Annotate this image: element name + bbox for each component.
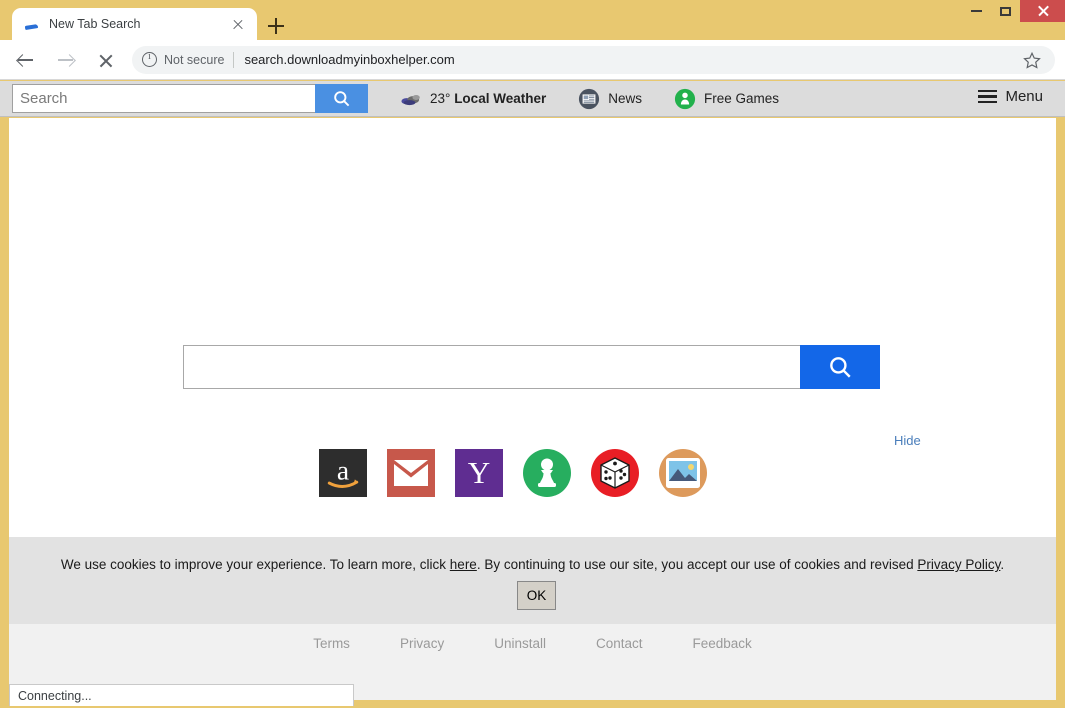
footer-link-feedback[interactable]: Feedback <box>693 636 752 651</box>
close-window-button[interactable] <box>1020 0 1065 22</box>
shortcut-games[interactable] <box>523 449 571 497</box>
svg-text:Y: Y <box>468 455 491 490</box>
maximize-icon <box>1000 6 1011 16</box>
close-x-icon <box>99 54 112 67</box>
footer-link-privacy[interactable]: Privacy <box>400 636 444 651</box>
cloud-icon <box>401 94 420 105</box>
status-bar: Connecting... <box>9 684 354 706</box>
image-icon <box>666 458 700 488</box>
weather-temperature: 23° <box>430 91 451 106</box>
toolbar-search-button[interactable] <box>315 84 368 113</box>
amazon-icon: a <box>327 454 359 488</box>
browser-tab[interactable]: New Tab Search <box>12 8 257 40</box>
browser-window: New Tab Search Not secu <box>0 0 1065 708</box>
toolbar-item-free-games[interactable]: Free Games <box>674 88 779 110</box>
search-icon <box>334 91 350 107</box>
cookie-ok-button[interactable]: OK <box>516 580 557 610</box>
hijacker-toolbar: 23° Local Weather News Free Games <box>0 81 1065 117</box>
hide-shortcuts-link[interactable]: Hide <box>894 433 921 448</box>
gmail-envelope-icon <box>394 460 428 486</box>
forward-arrow-icon <box>58 54 73 67</box>
maximize-button[interactable] <box>991 0 1020 22</box>
close-icon <box>1037 5 1049 17</box>
toolbar-search-input[interactable] <box>12 84 315 113</box>
toolbar-item-label: 23° Local Weather <box>430 91 546 106</box>
toolbar-menu-label: Menu <box>1005 88 1043 105</box>
cookie-text-part2: . By continuing to use our site, you acc… <box>476 557 918 572</box>
cookie-text-part1: We use cookies to improve your experienc… <box>60 557 450 572</box>
new-tab-button[interactable] <box>264 14 288 38</box>
shortcut-dice[interactable] <box>591 449 639 497</box>
shortcut-photos[interactable] <box>659 449 707 497</box>
toolbar-item-label: News <box>608 91 642 106</box>
cookie-privacy-policy-link[interactable]: Privacy Policy <box>917 557 1000 572</box>
cookie-here-link[interactable]: here <box>450 557 477 572</box>
footer-link-terms[interactable]: Terms <box>313 636 350 651</box>
back-button[interactable] <box>10 45 40 75</box>
svg-text:a: a <box>337 454 349 485</box>
main-search-input[interactable] <box>183 345 800 389</box>
newspaper-icon <box>579 88 600 109</box>
browser-navigation-bar: Not secure search.downloadmyinboxhelper.… <box>0 40 1065 80</box>
shortcut-gmail[interactable] <box>387 449 435 497</box>
footer-link-uninstall[interactable]: Uninstall <box>494 636 546 651</box>
address-bar[interactable]: Not secure search.downloadmyinboxhelper.… <box>132 45 1055 74</box>
toolbar-item-local-weather[interactable]: 23° Local Weather <box>400 91 546 107</box>
tab-title: New Tab Search <box>49 17 141 31</box>
main-search-button[interactable] <box>800 345 880 389</box>
info-circle-icon[interactable] <box>142 51 157 67</box>
shortcut-amazon[interactable]: a <box>319 449 367 497</box>
back-arrow-icon <box>18 54 33 67</box>
shortcut-icons-row: a Y <box>319 449 707 497</box>
yahoo-icon: Y <box>468 455 491 490</box>
security-label: Not secure <box>164 52 225 67</box>
minimize-button[interactable] <box>962 0 991 22</box>
toolbar-item-news[interactable]: News <box>578 88 642 110</box>
main-search-group <box>183 345 880 389</box>
url-text: search.downloadmyinboxhelper.com <box>244 52 455 67</box>
cookie-consent-banner: We use cookies to improve your experienc… <box>9 537 1056 624</box>
stop-loading-button[interactable] <box>90 45 120 75</box>
toolbar-search-group <box>12 84 368 113</box>
star-icon[interactable] <box>1023 51 1041 69</box>
search-icon <box>830 357 851 378</box>
footer-link-contact[interactable]: Contact <box>596 636 643 651</box>
pawn-icon <box>538 458 556 487</box>
shortcut-yahoo[interactable]: Y <box>455 449 503 497</box>
dice-icon <box>600 457 630 489</box>
toolbar-menu-button[interactable]: Menu <box>978 88 1043 105</box>
minimize-icon <box>971 10 982 12</box>
hamburger-icon <box>978 90 998 103</box>
page-content: Hide a Y We use cookies to improve your … <box>9 118 1056 700</box>
toolbar-item-label: Free Games <box>703 91 780 106</box>
tab-close-icon[interactable] <box>227 13 249 35</box>
tab-strip: New Tab Search <box>0 0 1065 40</box>
weather-label: Local Weather <box>454 91 547 106</box>
pawn-person-icon <box>674 88 696 109</box>
tab-favicon-icon <box>24 16 40 32</box>
cookie-text-part3: . <box>1000 557 1005 572</box>
omnibox-divider <box>233 51 235 68</box>
forward-button[interactable] <box>50 45 80 75</box>
window-controls <box>962 0 1065 22</box>
